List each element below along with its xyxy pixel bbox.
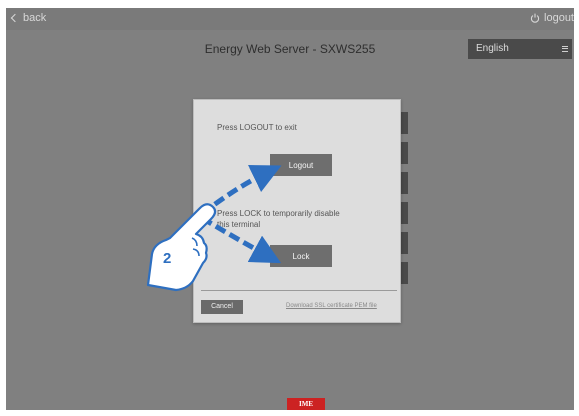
logout-dialog: Press LOGOUT to exit Logout Press LOCK t… xyxy=(193,99,401,323)
lock-button[interactable]: Lock xyxy=(270,245,332,267)
logout-link[interactable]: logout xyxy=(530,12,574,24)
ssl-download-link[interactable]: Download SSL certificate PEM file xyxy=(286,303,377,309)
lock-instruction-line1: Press LOCK to temporarily disable xyxy=(217,209,340,218)
chevron-left-icon xyxy=(10,13,20,23)
lock-instruction-line2: this terminal xyxy=(217,220,261,229)
language-select[interactable]: English xyxy=(468,39,572,59)
app-screen: back logout Energy Web Server - SXWS255 … xyxy=(6,8,574,410)
top-bar: back logout xyxy=(6,8,574,30)
menu-icon xyxy=(562,46,568,52)
logout-instruction: Press LOGOUT to exit xyxy=(217,123,297,132)
cancel-button[interactable]: Cancel xyxy=(201,300,243,314)
logout-button[interactable]: Logout xyxy=(270,154,332,176)
dialog-divider xyxy=(201,290,397,291)
brand-logo: IME xyxy=(287,398,325,410)
language-value: English xyxy=(476,43,509,54)
logout-label: logout xyxy=(544,12,574,24)
back-button[interactable]: back xyxy=(10,12,47,24)
power-icon xyxy=(530,13,540,23)
back-label: back xyxy=(23,12,47,24)
